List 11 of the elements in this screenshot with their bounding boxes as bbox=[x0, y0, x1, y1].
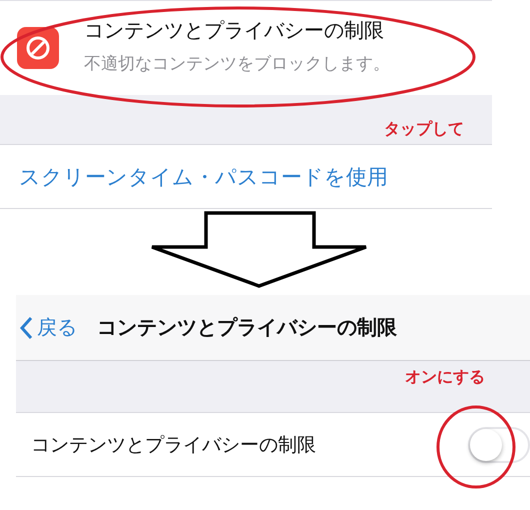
back-button[interactable]: 戻る bbox=[19, 314, 77, 341]
nav-title: コンテンツとプライバシーの制限 bbox=[97, 314, 397, 341]
chevron-icon bbox=[19, 316, 33, 340]
setting-subtitle: 不適切なコンテンツをブロックします。 bbox=[84, 53, 390, 75]
annotation-note: タップして bbox=[384, 119, 464, 140]
setting-title[interactable]: コンテンツとプライバシーの制限 bbox=[84, 17, 390, 44]
blocked-icon bbox=[17, 27, 59, 69]
annotation-note: オンにする bbox=[405, 367, 485, 388]
toggle-switch[interactable] bbox=[468, 426, 530, 462]
passcode-link[interactable]: スクリーンタイム・パスコードを使用 bbox=[0, 145, 492, 209]
setting-label: コンテンツとプライバシーの制限 bbox=[31, 432, 316, 458]
